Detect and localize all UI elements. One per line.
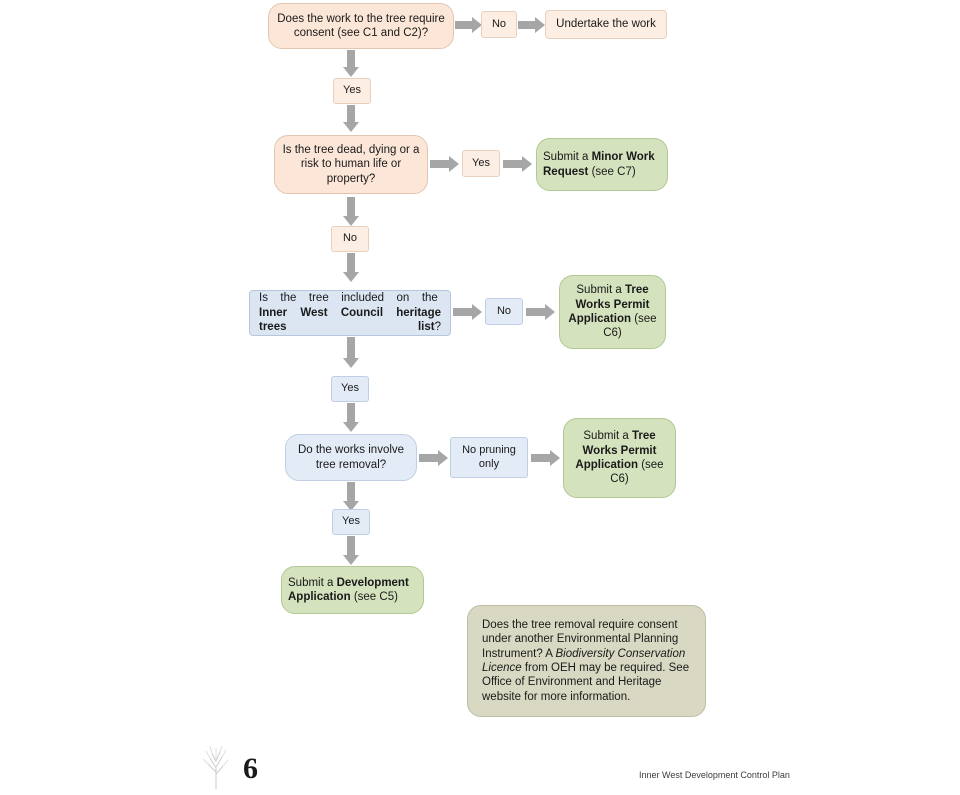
node-question-dead-dying-label: Is the tree dead, dying or a risk to hum… (282, 143, 420, 185)
node-question-heritage-list-label: Is the tree included on the Inner West C… (259, 292, 441, 334)
node-note-biodiversity: Does the tree removal require consent un… (467, 605, 706, 717)
node-minor-work-request: Submit a Minor Work Request (see C7) (536, 138, 668, 191)
node-question-dead-dying: Is the tree dead, dying or a risk to hum… (274, 135, 428, 194)
node-label-yes-3: Yes (331, 376, 369, 402)
node-undertake-work: Undertake the work (545, 10, 667, 39)
arrow-q4-to-no (419, 448, 449, 468)
node-label-no-2: No (331, 226, 369, 252)
page-number: 6 (243, 752, 258, 785)
arrow-q3-to-no (453, 302, 483, 322)
node-label-yes-4-text: Yes (342, 515, 360, 528)
arrow-pruning-to-permit (531, 448, 561, 468)
arrow-q2-down (341, 197, 361, 227)
node-tree-works-permit-2: Submit a Tree Works Permit Application (… (563, 418, 676, 498)
arrow-q4-down (341, 482, 361, 512)
node-label-yes-2-text: Yes (472, 156, 490, 169)
arrow-no-to-undertake (518, 15, 546, 35)
arrow-yes4-down (341, 536, 361, 566)
node-note-biodiversity-text: Does the tree removal require consent un… (482, 618, 690, 703)
tree-logo-icon (196, 742, 236, 795)
node-label-no-pruning-only: No pruning only (450, 437, 528, 478)
node-label-yes-1: Yes (333, 78, 371, 104)
arrow-yes2-to-minor (503, 154, 533, 174)
arrow-no3-to-permit (526, 302, 556, 322)
node-label-no-pruning-only-text: No pruning only (462, 443, 516, 470)
node-question-heritage-list: Is the tree included on the Inner West C… (249, 290, 451, 336)
node-label-yes-3-text: Yes (341, 382, 359, 395)
node-label-no-2-text: No (342, 232, 358, 245)
node-question-tree-removal: Do the works involve tree removal? (285, 434, 417, 481)
node-question-consent: Does the work to the tree require consen… (268, 3, 454, 49)
node-label-no-1: No (481, 11, 517, 38)
arrow-yes1-down (341, 105, 361, 133)
node-tree-works-permit-1: Submit a Tree Works Permit Application (… (559, 275, 666, 349)
node-label-no-3-text: No (496, 304, 512, 317)
arrow-no2-down (341, 253, 361, 283)
node-label-yes-4: Yes (332, 509, 370, 535)
node-question-tree-removal-label: Do the works involve tree removal? (297, 444, 405, 471)
flowchart-canvas: Does the work to the tree require consen… (0, 0, 960, 793)
node-label-yes-1-text: Yes (343, 84, 361, 97)
arrow-q3-down (341, 337, 361, 369)
node-development-application: Submit a Development Application (see C5… (281, 566, 424, 614)
node-development-application-label: Submit a Development Application (see C5… (288, 576, 409, 603)
node-label-yes-2: Yes (462, 150, 500, 177)
node-tree-works-permit-1-label: Submit a Tree Works Permit Application (… (568, 284, 657, 340)
node-undertake-work-label: Undertake the work (556, 18, 656, 31)
arrow-q1-to-no (455, 15, 483, 35)
arrow-yes3-down (341, 403, 361, 433)
node-question-consent-label: Does the work to the tree require consen… (277, 12, 445, 39)
footer-document-title: Inner West Development Control Plan (639, 770, 790, 780)
arrow-q2-to-yes (430, 154, 460, 174)
node-label-no-1-text: No (491, 17, 507, 30)
arrow-q1-down (341, 50, 361, 78)
node-minor-work-request-label: Submit a Minor Work Request (see C7) (543, 151, 655, 178)
node-tree-works-permit-2-label: Submit a Tree Works Permit Application (… (575, 430, 664, 486)
node-label-no-3: No (485, 298, 523, 325)
